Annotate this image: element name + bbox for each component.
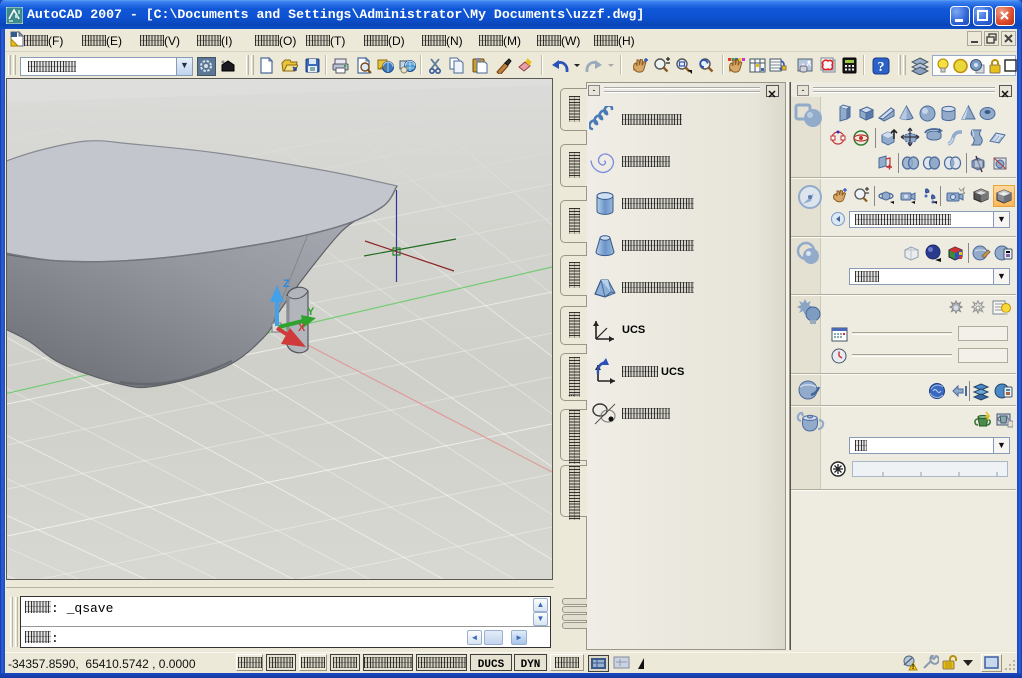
svg-text:!: ! [912,664,914,671]
svg-text:Z: Z [283,278,290,290]
svg-text:Y: Y [307,306,315,318]
svg-text:?: ? [878,60,885,75]
svg-text:X: X [298,322,306,334]
